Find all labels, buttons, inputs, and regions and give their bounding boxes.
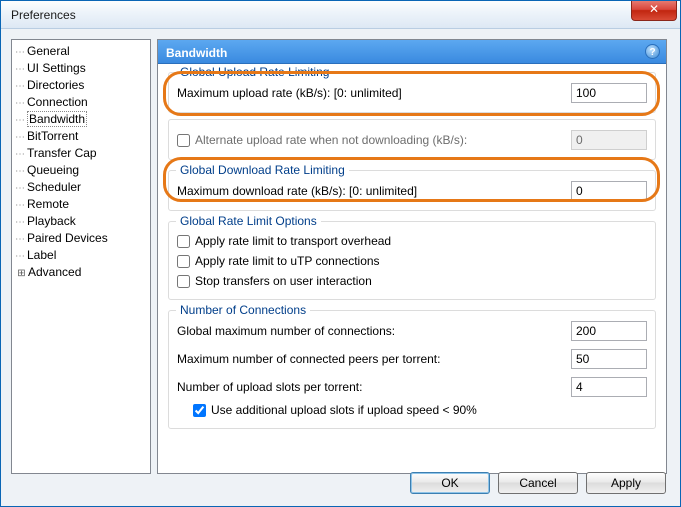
upload-slots-label: Number of upload slots per torrent:: [177, 380, 571, 394]
utp-label: Apply rate limit to uTP connections: [195, 254, 380, 268]
group-legend: Number of Connections: [176, 303, 310, 317]
sidebar-item-label[interactable]: ⋯Label: [15, 247, 150, 264]
preferences-window: Preferences ✕ ⋯General ⋯UI Settings ⋯Dir…: [0, 0, 681, 507]
transport-overhead-label: Apply rate limit to transport overhead: [195, 234, 391, 248]
global-max-conn-input[interactable]: [571, 321, 647, 341]
window-title: Preferences: [11, 8, 76, 22]
cancel-button[interactable]: Cancel: [498, 472, 578, 494]
ok-button[interactable]: OK: [410, 472, 490, 494]
panel-header: Bandwidth ?: [158, 40, 666, 64]
alt-upload-label: Alternate upload rate when not downloadi…: [195, 133, 571, 147]
max-upload-input[interactable]: [571, 83, 647, 103]
additional-slots-label: Use additional upload slots if upload sp…: [211, 403, 477, 417]
sidebar-item-transfer-cap[interactable]: ⋯Transfer Cap: [15, 145, 150, 162]
close-button[interactable]: ✕: [631, 1, 677, 21]
sidebar-item-queueing[interactable]: ⋯Queueing: [15, 162, 150, 179]
panel-title: Bandwidth: [166, 46, 227, 60]
group-connections: Number of Connections Global maximum num…: [168, 310, 656, 429]
sidebar-item-bittorrent[interactable]: ⋯BitTorrent: [15, 128, 150, 145]
group-upload-rate: Global Upload Rate Limiting Maximum uplo…: [168, 72, 656, 113]
group-rate-options: Global Rate Limit Options Apply rate lim…: [168, 221, 656, 300]
close-icon: ✕: [649, 2, 659, 16]
sidebar-item-advanced[interactable]: ⊞Advanced: [15, 264, 150, 281]
stop-transfers-label: Stop transfers on user interaction: [195, 274, 372, 288]
sidebar-item-remote[interactable]: ⋯Remote: [15, 196, 150, 213]
category-tree[interactable]: ⋯General ⋯UI Settings ⋯Directories ⋯Conn…: [11, 39, 151, 474]
apply-button[interactable]: Apply: [586, 472, 666, 494]
sidebar-item-playback[interactable]: ⋯Playback: [15, 213, 150, 230]
alt-upload-input: [571, 130, 647, 150]
sidebar-item-bandwidth[interactable]: ⋯Bandwidth: [15, 111, 150, 128]
sidebar-item-scheduler[interactable]: ⋯Scheduler: [15, 179, 150, 196]
dialog-buttons: OK Cancel Apply: [410, 472, 666, 494]
transport-overhead-checkbox[interactable]: [177, 235, 190, 248]
group-download-rate: Global Download Rate Limiting Maximum do…: [168, 170, 656, 211]
max-download-input[interactable]: [571, 181, 647, 201]
max-upload-label: Maximum upload rate (kB/s): [0: unlimite…: [177, 86, 571, 100]
expand-icon[interactable]: ⊞: [15, 265, 28, 282]
group-legend: Global Rate Limit Options: [176, 214, 321, 228]
peers-per-torrent-input[interactable]: [571, 349, 647, 369]
group-alt-upload: Alternate upload rate when not downloadi…: [168, 119, 656, 160]
group-legend: Global Download Rate Limiting: [176, 163, 349, 177]
peers-per-torrent-label: Maximum number of connected peers per to…: [177, 352, 571, 366]
content-panel: Bandwidth ? Global Upload Rate Limiting …: [157, 39, 667, 474]
group-legend: Global Upload Rate Limiting: [176, 65, 333, 79]
global-max-conn-label: Global maximum number of connections:: [177, 324, 571, 338]
sidebar-item-general[interactable]: ⋯General: [15, 43, 150, 60]
sidebar-item-paired-devices[interactable]: ⋯Paired Devices: [15, 230, 150, 247]
help-icon[interactable]: ?: [645, 44, 660, 59]
upload-slots-input[interactable]: [571, 377, 647, 397]
max-download-label: Maximum download rate (kB/s): [0: unlimi…: [177, 184, 571, 198]
alt-upload-checkbox[interactable]: [177, 134, 190, 147]
sidebar-item-ui-settings[interactable]: ⋯UI Settings: [15, 60, 150, 77]
titlebar[interactable]: Preferences ✕: [1, 1, 680, 29]
stop-transfers-checkbox[interactable]: [177, 275, 190, 288]
additional-slots-checkbox[interactable]: [193, 404, 206, 417]
utp-checkbox[interactable]: [177, 255, 190, 268]
sidebar-item-directories[interactable]: ⋯Directories: [15, 77, 150, 94]
sidebar-item-connection[interactable]: ⋯Connection: [15, 94, 150, 111]
